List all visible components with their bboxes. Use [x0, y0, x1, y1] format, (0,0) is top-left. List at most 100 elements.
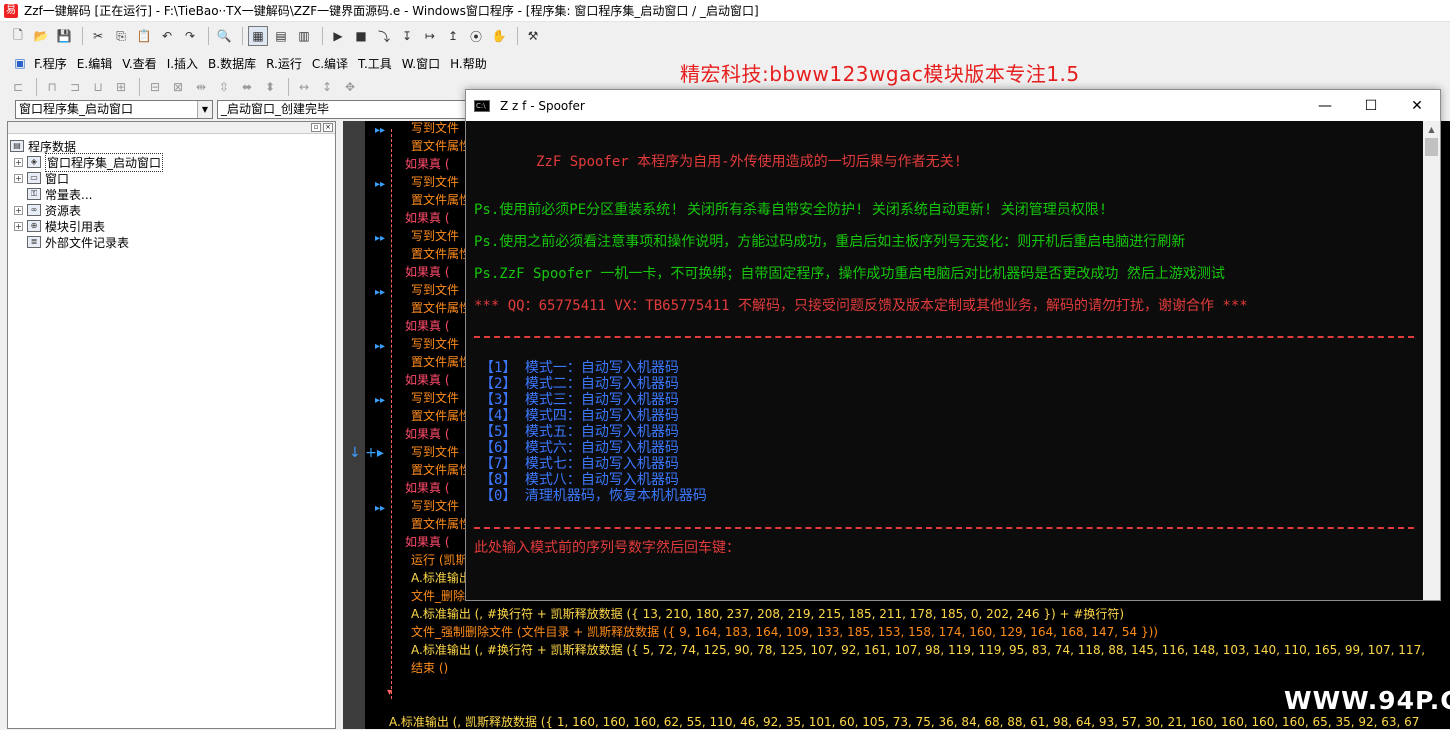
- size-both-icon[interactable]: ✥: [340, 77, 360, 97]
- layout-3-icon[interactable]: ▥: [294, 26, 314, 46]
- code-line[interactable]: 置文件属性: [411, 301, 471, 316]
- close-icon[interactable]: ✕: [1394, 90, 1440, 121]
- code-line[interactable]: 如果真 (: [405, 535, 450, 550]
- layout-2-icon[interactable]: ▤: [271, 26, 291, 46]
- step-over-icon[interactable]: ↦: [420, 26, 440, 46]
- stop-icon[interactable]: ■: [351, 26, 371, 46]
- code-line[interactable]: 如果真 (: [405, 373, 450, 388]
- code-line[interactable]: 写到文件: [411, 445, 459, 460]
- open-folder-icon[interactable]: 📂: [31, 26, 51, 46]
- menu-compile[interactable]: C.编译: [312, 55, 348, 72]
- panel-restore-icon[interactable]: ▫: [311, 123, 321, 132]
- console-output[interactable]: ZzF Spoofer 本程序为自用-外传使用造成的一切后果与作者无关! Ps.…: [466, 121, 1424, 600]
- menu-database[interactable]: B.数据库: [208, 55, 256, 72]
- code-line[interactable]: 如果真 (: [405, 265, 450, 280]
- hand-icon[interactable]: ✋: [489, 26, 509, 46]
- align-left-icon[interactable]: ⊏: [8, 77, 28, 97]
- center-h-icon[interactable]: ⊟: [145, 77, 165, 97]
- paste-icon[interactable]: 📋: [134, 26, 154, 46]
- tools-icon[interactable]: ⚒: [523, 26, 543, 46]
- menu-tools[interactable]: T.工具: [358, 55, 392, 72]
- center-v-icon[interactable]: ⊠: [168, 77, 188, 97]
- code-line[interactable]: 如果真 (: [405, 211, 450, 226]
- code-line[interactable]: 写到文件: [411, 391, 459, 406]
- align-center-icon[interactable]: ⊞: [111, 77, 131, 97]
- menu-program[interactable]: F.程序: [34, 55, 67, 72]
- code-line[interactable]: 置文件属性: [411, 463, 471, 478]
- find-icon[interactable]: 🔍: [214, 26, 234, 46]
- code-line[interactable]: 置文件属性: [411, 193, 471, 208]
- code-line[interactable]: A.标准输出 (, 凯斯释放数据 ({ 1, 160, 160, 160, 62…: [389, 715, 1419, 730]
- code-line[interactable]: 写到文件: [411, 121, 459, 136]
- step-out-icon[interactable]: ↥: [443, 26, 463, 46]
- align-bottom-icon[interactable]: ⊔: [88, 77, 108, 97]
- panel-close-icon[interactable]: ×: [323, 123, 333, 132]
- step-into-icon[interactable]: ↧: [397, 26, 417, 46]
- menu-view[interactable]: V.查看: [122, 55, 156, 72]
- assembly-select[interactable]: 窗口程序集_启动窗口 ▼: [15, 100, 213, 119]
- code-line[interactable]: 写到文件: [411, 499, 459, 514]
- align-top-icon[interactable]: ⊓: [42, 77, 62, 97]
- code-line[interactable]: 写到文件: [411, 175, 459, 190]
- console-scrollbar[interactable]: ▲: [1423, 121, 1440, 600]
- tree-item-modules[interactable]: + ⊕ 模块引用表: [10, 218, 335, 234]
- code-line[interactable]: 写到文件: [411, 229, 459, 244]
- code-line[interactable]: A.标准输出 (, #换行符 + 凯斯释放数据 ({ 5, 72, 74, 12…: [411, 643, 1425, 658]
- console-titlebar[interactable]: C:\ Z z f - Spoofer: [466, 90, 1440, 121]
- run-icon[interactable]: ▶: [328, 26, 348, 46]
- menu-help[interactable]: H.帮助: [450, 55, 487, 72]
- cut-icon[interactable]: ✂: [88, 26, 108, 46]
- tree-item-constants[interactable]: ⚿ 常量表...: [10, 186, 335, 202]
- chevron-down-icon[interactable]: ▼: [197, 101, 212, 118]
- subroutine-select[interactable]: _启动窗口_创建完毕: [217, 100, 467, 119]
- code-line[interactable]: 写到文件: [411, 283, 459, 298]
- maximize-icon[interactable]: ☐: [1348, 90, 1394, 121]
- tree-item-window[interactable]: + ▭ 窗口: [10, 170, 335, 186]
- tree-item-assembly[interactable]: + ◈ 窗口程序集_启动窗口: [10, 152, 335, 172]
- size-v-icon[interactable]: ↕: [317, 77, 337, 97]
- code-line[interactable]: 写到文件: [411, 337, 459, 352]
- code-line[interactable]: 置文件属性: [411, 355, 471, 370]
- same-height-icon[interactable]: ⬍: [260, 77, 280, 97]
- code-line[interactable]: 文件_强制删除文件 (文件目录 + 凯斯释放数据 ({ 9, 164, 183,…: [411, 625, 1158, 640]
- same-width-icon[interactable]: ⬌: [237, 77, 257, 97]
- code-line[interactable]: 运行 (凯斯: [411, 553, 468, 568]
- expand-icon[interactable]: +: [14, 205, 23, 215]
- code-line[interactable]: 如果真 (: [405, 319, 450, 334]
- code-line[interactable]: 结束 (): [411, 661, 448, 676]
- code-line[interactable]: 置文件属性: [411, 409, 471, 424]
- undo-icon[interactable]: ↶: [157, 26, 177, 46]
- redo-icon[interactable]: ↷: [180, 26, 200, 46]
- copy-icon[interactable]: ⎘: [111, 26, 131, 46]
- code-line[interactable]: 如果真 (: [405, 427, 450, 442]
- save-icon[interactable]: 💾: [54, 26, 74, 46]
- code-line[interactable]: 置文件属性: [411, 139, 471, 154]
- scroll-up-icon[interactable]: ▲: [1423, 121, 1440, 138]
- minimize-icon[interactable]: —: [1302, 90, 1348, 121]
- console-prompt[interactable]: 此处输入模式前的序列号数字然后回车键：: [474, 537, 740, 557]
- code-line[interactable]: A.标准输出 (, #换行符 + 凯斯释放数据 ({ 13, 210, 180,…: [411, 607, 1124, 622]
- expand-icon[interactable]: +: [14, 173, 23, 183]
- space-h-icon[interactable]: ⇹: [191, 77, 211, 97]
- menu-window[interactable]: W.窗口: [402, 55, 440, 72]
- menu-run[interactable]: R.运行: [266, 55, 302, 72]
- layout-1-icon[interactable]: ▦: [248, 26, 268, 46]
- code-line[interactable]: 置文件属性: [411, 517, 471, 532]
- scroll-thumb[interactable]: [1425, 138, 1438, 156]
- tree-item-external-files[interactable]: ≣ 外部文件记录表: [10, 234, 335, 250]
- size-h-icon[interactable]: ↔: [294, 77, 314, 97]
- expand-icon[interactable]: +: [14, 157, 23, 167]
- align-right-icon[interactable]: ⊐: [65, 77, 85, 97]
- code-line[interactable]: 如果真 (: [405, 157, 450, 172]
- expand-icon[interactable]: +: [14, 221, 23, 231]
- space-v-icon[interactable]: ⇳: [214, 77, 234, 97]
- new-file-icon[interactable]: 🗋: [8, 26, 28, 46]
- tree-item-resources[interactable]: + ∞ 资源表: [10, 202, 335, 218]
- menu-insert[interactable]: I.插入: [167, 55, 198, 72]
- menu-edit[interactable]: E.编辑: [77, 55, 112, 72]
- code-line[interactable]: 置文件属性: [411, 247, 471, 262]
- code-line[interactable]: 如果真 (: [405, 481, 450, 496]
- code-line[interactable]: A.标准输出: [411, 571, 471, 586]
- breakpoint-icon[interactable]: ⦿: [466, 26, 486, 46]
- step-icon[interactable]: ⤵: [374, 26, 394, 46]
